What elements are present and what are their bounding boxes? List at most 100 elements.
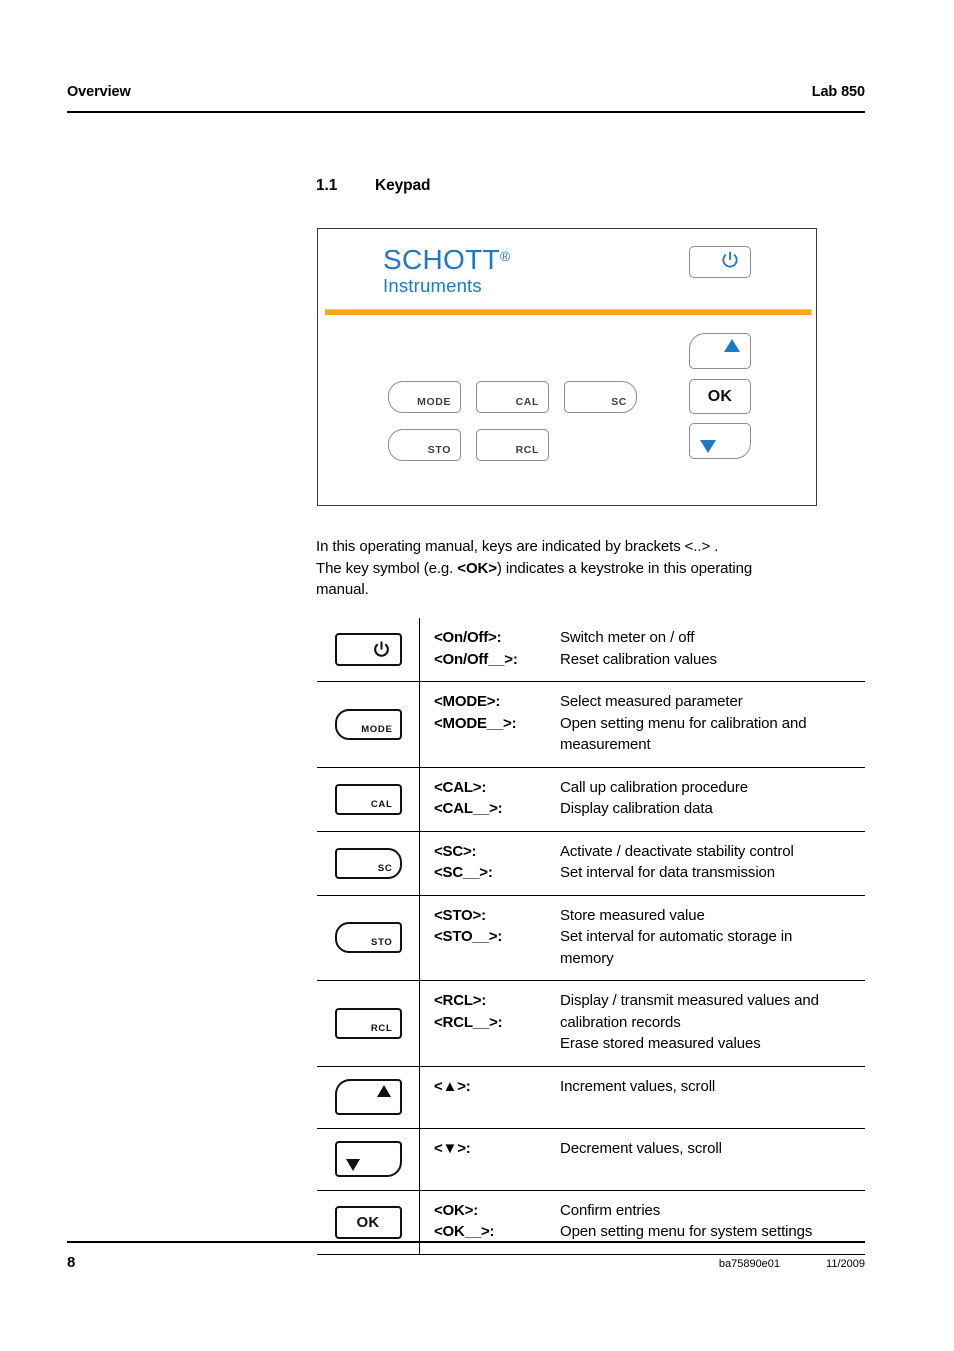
rcl-key-icon: RCL: [334, 1007, 402, 1039]
down-arrow-key-icon: [334, 1141, 402, 1177]
key-text-cell: <▼>: Decrement values, scroll: [419, 1128, 865, 1190]
keypad-sto-button[interactable]: STO: [388, 429, 461, 461]
key-icon-cell: [317, 1129, 419, 1190]
header-divider: [67, 111, 865, 113]
key-description: Decrement values, scroll: [560, 1139, 722, 1157]
key-name-column: <▼>:: [434, 1138, 560, 1179]
triangle-down-icon: [345, 1159, 360, 1171]
intro-line-2-b: ) indicates a keystroke in this operatin…: [496, 559, 753, 577]
table-row: OK <OK>: <OK__>: Confirm entries Open se…: [317, 1190, 865, 1255]
key-description: Switch meter on / off: [560, 629, 695, 646]
sto-key-icon: STO: [334, 922, 402, 954]
document-code: ba75890e01: [718, 1258, 781, 1270]
table-row: <▲>: Increment values, scroll: [317, 1066, 865, 1129]
table-row: STO <STO>: <STO__>: Store measured value…: [317, 895, 865, 981]
key-icon-cell: [317, 618, 419, 681]
footer-divider: [67, 1241, 865, 1243]
key-name-column: <▲>:: [434, 1076, 560, 1117]
header-product-label: Lab 850: [811, 84, 865, 100]
key-icon-cell: CAL: [317, 768, 419, 831]
intro-line-2-a: The key symbol (e.g.: [316, 559, 458, 577]
keypad-mode-button[interactable]: MODE: [388, 381, 461, 413]
key-name: <SC__>:: [434, 864, 493, 881]
section-number: 1.1: [316, 177, 338, 194]
key-description: measurement: [560, 736, 651, 753]
key-description-column: Increment values, scroll: [560, 1076, 865, 1117]
key-glyph-label: RCL: [370, 1022, 393, 1034]
key-description: Erase stored measured values: [560, 1035, 761, 1052]
key-description-column: Activate / deactivate stability control …: [560, 841, 865, 884]
power-key-icon: [334, 633, 402, 666]
key-glyph-label: OK: [356, 1213, 380, 1231]
key-description-column: Select measured parameter Open setting m…: [560, 691, 865, 756]
intro-line-3: manual.: [316, 581, 369, 598]
intro-paragraph: In this operating manual, keys are indic…: [316, 536, 876, 601]
key-name-column: <STO>: <STO__>:: [434, 905, 560, 970]
accent-bar: [325, 309, 811, 315]
key-name-column: <SC>: <SC__>:: [434, 841, 560, 884]
keypad-cal-label: CAL: [515, 396, 539, 408]
document-date: 11/2009: [826, 1258, 865, 1270]
key-name: <▲>:: [434, 1077, 471, 1095]
keypad-ok-button[interactable]: OK: [689, 379, 751, 414]
key-description: Open setting menu for system settings: [560, 1223, 813, 1240]
key-text-cell: <On/Off>: <On/Off__>: Switch meter on / …: [419, 618, 865, 681]
page-header: Overview Lab 850: [67, 84, 865, 100]
key-name: <MODE__>:: [434, 714, 517, 732]
key-glyph-label: CAL: [370, 798, 393, 810]
triangle-up-icon: [724, 339, 740, 352]
triangle-down-icon: [700, 440, 716, 453]
keypad-rcl-button[interactable]: RCL: [476, 429, 549, 461]
registered-trademark-icon: ®: [499, 247, 511, 264]
key-description-column: Call up calibration procedure Display ca…: [560, 777, 865, 820]
key-description-column: Switch meter on / off Reset calibration …: [560, 627, 865, 670]
intro-ok-key-symbol: <OK>: [457, 559, 497, 577]
ok-key-icon: OK: [334, 1205, 402, 1239]
key-description: Call up calibration procedure: [560, 778, 749, 796]
key-icon-cell: [317, 1067, 419, 1128]
key-icon-cell: OK: [317, 1191, 419, 1254]
key-name: <STO>:: [434, 906, 486, 924]
key-name: <STO__>:: [434, 928, 503, 945]
key-description-column: Display / transmit measured values and c…: [560, 990, 865, 1055]
keypad-cal-button[interactable]: CAL: [476, 381, 549, 413]
key-description: Open setting menu for calibration and: [560, 714, 807, 732]
key-name: <RCL__>:: [434, 1013, 503, 1031]
table-row: CAL <CAL>: <CAL__>: Call up calibration …: [317, 767, 865, 832]
key-name: <MODE>:: [434, 693, 501, 710]
page-footer: 8 ba75890e01 11/2009: [67, 1254, 865, 1271]
key-glyph-label: SC: [377, 862, 393, 874]
key-icon-cell: MODE: [317, 682, 419, 767]
key-name: <RCL>:: [434, 992, 487, 1009]
key-text-cell: <STO>: <STO__>: Store measured value Set…: [419, 895, 865, 980]
key-name-column: <CAL>: <CAL__>:: [434, 777, 560, 820]
mode-key-icon: MODE: [334, 708, 402, 740]
key-text-cell: <▲>: Increment values, scroll: [419, 1066, 865, 1128]
key-description-column: Decrement values, scroll: [560, 1138, 865, 1179]
key-glyph-label: STO: [371, 937, 393, 949]
keypad-down-button[interactable]: [689, 423, 751, 459]
keypad-rcl-label: RCL: [515, 444, 539, 456]
key-description: Confirm entries: [560, 1201, 661, 1219]
keypad-power-button[interactable]: [689, 246, 751, 278]
triangle-up-icon: [376, 1085, 391, 1097]
key-text-cell: <SC>: <SC__>: Activate / deactivate stab…: [419, 831, 865, 895]
key-text-cell: <CAL>: <CAL__>: Call up calibration proc…: [419, 767, 865, 831]
key-description: Reset calibration values: [560, 650, 717, 668]
section-title: Keypad: [375, 177, 431, 194]
table-row: RCL <RCL>: <RCL__>: Display / transmit m…: [317, 981, 865, 1067]
key-text-cell: <MODE>: <MODE__>: Select measured parame…: [419, 682, 865, 767]
key-name: <OK__>:: [434, 1223, 495, 1240]
key-reference-table: <On/Off>: <On/Off__>: Switch meter on / …: [317, 618, 865, 1255]
page-number: 8: [67, 1254, 76, 1271]
key-icon-cell: RCL: [317, 981, 419, 1066]
keypad-sc-button[interactable]: SC: [564, 381, 637, 413]
keypad-up-button[interactable]: [689, 333, 751, 369]
table-row: SC <SC>: <SC__>: Activate / deactivate s…: [317, 831, 865, 896]
key-description: Select measured parameter: [560, 693, 743, 710]
key-name: <On/Off__>:: [434, 650, 518, 668]
key-description: Display / transmit measured values and: [560, 992, 819, 1009]
intro-line-1: In this operating manual, keys are indic…: [316, 538, 719, 555]
logo-subtitle: Instruments: [383, 275, 482, 296]
key-glyph-label: MODE: [361, 723, 393, 735]
